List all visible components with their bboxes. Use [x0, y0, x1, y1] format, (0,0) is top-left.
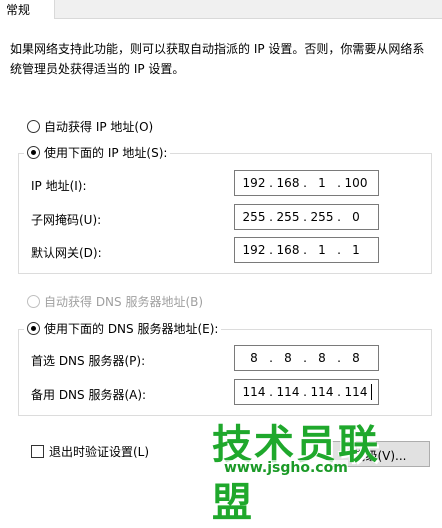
octet: 8 — [284, 351, 292, 365]
validate-checkbox-box[interactable] — [31, 445, 44, 458]
alternate-dns-input[interactable]: 114 . 114 . 114 . 114 — [234, 379, 379, 405]
radio-auto-ip-circle[interactable] — [27, 120, 40, 133]
octet: 8 — [318, 351, 326, 365]
tab-general-label: 常规 — [6, 3, 31, 17]
validate-on-exit-checkbox[interactable]: 退出时验证设置(L) — [31, 443, 149, 460]
octet: 114 — [242, 385, 266, 399]
radio-manual-ip-circle[interactable] — [27, 146, 40, 159]
octet: 192 — [242, 176, 266, 190]
preferred-dns-input[interactable]: 8 . 8 . 8 . 8 — [234, 345, 379, 371]
octet: 168 — [276, 243, 300, 257]
radio-auto-dns-circle — [27, 295, 40, 308]
octet: 8 — [250, 351, 258, 365]
subnet-mask-input[interactable]: 255 . 255 . 255 . 0 — [234, 204, 379, 230]
preferred-dns-label: 首选 DNS 服务器(P): — [31, 354, 146, 368]
octet: 1 — [318, 176, 326, 190]
octet: 114 — [344, 385, 368, 399]
octet: 1 — [352, 243, 360, 257]
octet: 100 — [344, 176, 368, 190]
octet: 255 — [276, 210, 300, 224]
validate-checkbox-label: 退出时验证设置(L) — [49, 445, 150, 459]
radio-auto-ip[interactable]: 自动获得 IP 地址(O) — [27, 118, 153, 135]
subnet-mask-label: 子网掩码(U): — [31, 213, 102, 227]
text-caret — [371, 384, 372, 400]
radio-manual-dns-label: 使用下面的 DNS 服务器地址(E): — [44, 322, 219, 336]
radio-auto-dns: 自动获得 DNS 服务器地址(B) — [27, 293, 203, 310]
octet: 255 — [310, 210, 334, 224]
watermark-logo: 技术员联盟 www.jsgho.com — [212, 412, 418, 526]
watermark-url: www.jsgho.com — [224, 460, 348, 476]
octet: 8 — [352, 351, 360, 365]
alternate-dns-label: 备用 DNS 服务器(A): — [31, 388, 147, 402]
octet: 0 — [352, 210, 360, 224]
octet: 192 — [242, 243, 266, 257]
ip-address-input[interactable]: 192 . 168 . 1 . 100 — [234, 170, 379, 196]
default-gateway-label: 默认网关(D): — [31, 246, 102, 260]
radio-manual-dns[interactable]: 使用下面的 DNS 服务器地址(E): — [24, 320, 222, 337]
radio-manual-dns-circle[interactable] — [27, 322, 40, 335]
tab-strip: 常规 — [0, 0, 442, 20]
octet: 255 — [242, 210, 266, 224]
description-text: 如果网络支持此功能，则可以获取自动指派的 IP 设置。否则，你需要从网络系统管理… — [10, 42, 425, 76]
radio-manual-ip-label: 使用下面的 IP 地址(S): — [44, 146, 168, 160]
radio-auto-ip-label: 自动获得 IP 地址(O) — [44, 120, 154, 134]
radio-auto-dns-label: 自动获得 DNS 服务器地址(B) — [44, 295, 204, 309]
octet: 114 — [310, 385, 334, 399]
octet: 114 — [276, 385, 300, 399]
default-gateway-input[interactable]: 192 . 168 . 1 . 1 — [234, 237, 379, 263]
radio-manual-ip[interactable]: 使用下面的 IP 地址(S): — [24, 144, 171, 161]
tab-general[interactable]: 常规 — [0, 0, 55, 20]
octet: 168 — [276, 176, 300, 190]
ip-address-label: IP 地址(I): — [31, 179, 87, 193]
octet: 1 — [318, 243, 326, 257]
